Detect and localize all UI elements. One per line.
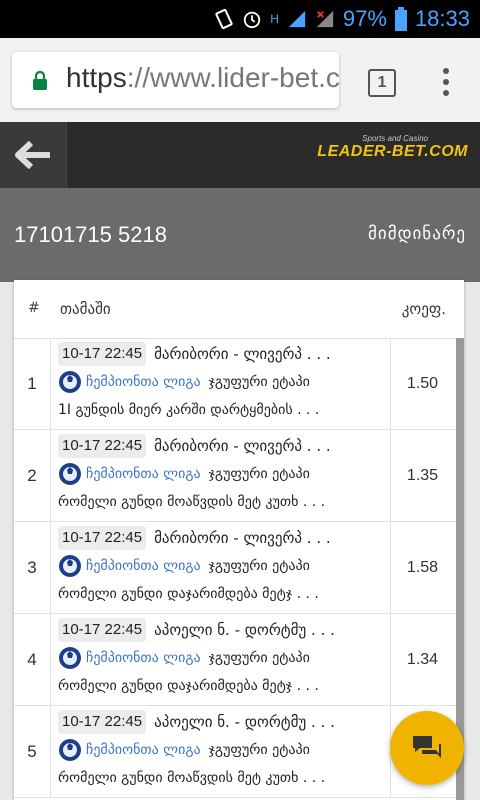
back-button[interactable] [0,122,67,188]
match-name: მარიბორი - ლივერპ . . . [154,528,331,547]
ticket-header: 17101715 5218 მიმდინარე [0,188,480,282]
event-datetime: 10-17 22:45 [58,618,147,642]
logo-title: LEADER-BET.COM [317,143,468,160]
event-datetime: 10-17 22:45 [58,434,147,458]
match-name: მარიბორი - ლივერპ . . . [154,436,331,455]
football-icon [59,463,81,485]
football-icon [59,739,81,761]
row-game-cell: 10-17 22:45 მარიბორი - ლივერპ . . . ჩემპი… [50,430,391,521]
more-vert-icon[interactable] [436,66,456,102]
browser-toolbar: https://www.lider-bet.co 1 [0,38,480,123]
market-label: რომელი გუნდი მოაწვდის მეტ კუთხ . . . [58,494,326,510]
row-number: 1 [14,338,51,429]
table-header: # თამაში კოეფ. [14,280,464,339]
stage-label: ჯგუფური ეტაპი [208,374,310,390]
stage-label: ჯგუფური ეტაპი [208,650,310,666]
app-header: Sports and Casino LEADER-BET.COM [0,122,480,188]
ticket-status: მიმდინარე [368,224,466,244]
football-icon [59,647,81,669]
league-link[interactable]: ჩემპიონთა ლიგა [86,650,201,666]
signal-icon [288,10,306,28]
row-number: 5 [14,706,51,797]
column-header-num: # [28,300,40,316]
league-link[interactable]: ჩემპიონთა ლიგა [86,374,201,390]
market-label: 1I გუნდის მიერ კარში დარტყმების . . . [58,402,320,418]
chat-icon [413,736,441,758]
url-text[interactable]: https://www.lider-bet.co [66,62,339,94]
stage-label: ჯგუფური ეტაპი [208,466,310,482]
market-label: რომელი გუნდი მოაწვდის მეტ კუთხ . . . [58,770,326,786]
signal-no-data-icon [316,10,334,28]
odds-value: 1.50 [406,375,439,392]
ticket-id: 17101715 5218 [14,222,167,247]
table-row[interactable]: 4 10-17 22:45 აპოელი ნ. - დორტმუ . . . ჩე… [14,614,464,706]
status-bar: H 97% 18:33 [0,0,480,38]
match-name: აპოელი ნ. - დორტმუ . . . [154,712,335,731]
arrow-back-icon [15,140,50,170]
market-label: რომელი გუნდი დაჯარიმდება მეტჯ . . . [58,678,319,694]
stage-label: ჯგუფური ეტაპი [208,742,310,758]
row-game-cell: 10-17 22:45 აპოელი ნ. - დორტმუ . . . ჩემპ… [50,614,391,705]
battery-percent: 97% [342,6,387,31]
bets-table: # თამაში კოეფ. 1 10-17 22:45 მარიბორი - ლ… [14,280,464,800]
lock-icon [33,70,47,90]
odds-value: 1.35 [406,467,439,484]
table-row[interactable]: 2 10-17 22:45 მარიბორი - ლივერპ . . . ჩემ… [14,430,464,522]
odds-value: 1.34 [406,651,439,668]
alarm-icon [244,11,261,29]
match-name: მარიბორი - ლივერპ . . . [154,344,331,363]
event-datetime: 10-17 22:45 [58,342,147,366]
event-datetime: 10-17 22:45 [58,710,147,734]
row-game-cell: 10-17 22:45 აპოელი ნ. - დორტმუ . . . ჩემპ… [50,706,391,797]
vibrate-icon [215,8,233,30]
event-datetime: 10-17 22:45 [58,526,147,550]
league-link[interactable]: ჩემპიონთა ლიგა [86,466,201,482]
league-link[interactable]: ჩემპიონთა ლიგა [86,558,201,574]
row-game-cell: 10-17 22:45 მარიბორი - ლივერპ . . . ჩემპი… [50,338,391,429]
column-header-odds: კოეფ. [401,300,446,318]
row-number: 4 [14,614,51,705]
market-label: რომელი გუნდი დაჯარიმდება მეტჯ . . . [58,586,319,602]
column-header-game: თამაში [60,300,111,318]
football-icon [59,371,81,393]
league-link[interactable]: ჩემპიონთა ლიგა [86,742,201,758]
football-icon [59,555,81,577]
row-game-cell: 10-17 22:45 მარიბორი - ლივერპ . . . ჩემპი… [50,522,391,613]
logo-subtitle: Sports and Casino [362,134,428,143]
logo: Sports and Casino LEADER-BET.COM [317,134,468,161]
row-number: 2 [14,430,51,521]
clock: 18:33 [414,6,470,31]
odds-value: 1.58 [406,559,439,576]
chat-button[interactable] [390,711,464,785]
table-row[interactable]: 1 10-17 22:45 მარიბორი - ლივერპ . . . ჩემ… [14,338,464,430]
match-name: აპოელი ნ. - დორტმუ . . . [154,620,335,639]
battery-icon [394,7,407,31]
stage-label: ჯგუფური ეტაპი [208,558,310,574]
table-row[interactable]: 3 10-17 22:45 მარიბორი - ლივერპ . . . ჩემ… [14,522,464,614]
tab-switcher-button[interactable]: 1 [368,69,396,97]
network-type-label: H [270,12,279,26]
address-bar[interactable]: https://www.lider-bet.co [12,52,339,108]
row-number: 3 [14,522,51,613]
